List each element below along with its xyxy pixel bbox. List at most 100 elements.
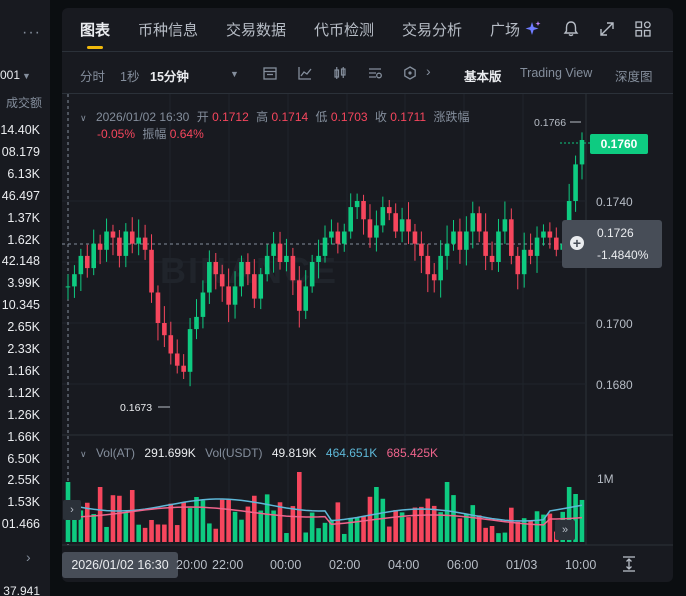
volume-bar bbox=[142, 527, 148, 542]
candle-body bbox=[284, 255, 289, 262]
volume-bar bbox=[316, 528, 321, 542]
volume-bar bbox=[181, 502, 186, 542]
candle-body bbox=[290, 255, 296, 281]
ohlc-info-line-1: ∨ 2026/01/02 16:30 开 0.1712 高 0.1714 低 0… bbox=[80, 108, 469, 125]
collapse-chevron-icon[interactable]: ∨ bbox=[80, 113, 87, 123]
add-alert-icon[interactable]: + bbox=[570, 236, 584, 250]
candle-body bbox=[155, 292, 161, 323]
volume-bar bbox=[547, 513, 553, 542]
candlestick-chart[interactable] bbox=[0, 0, 686, 596]
candle-body bbox=[502, 219, 508, 232]
candle-body bbox=[444, 243, 450, 256]
volume-bar bbox=[226, 499, 231, 542]
min-price-label: 0.1673 bbox=[120, 402, 153, 414]
volume-bar bbox=[117, 495, 122, 542]
volume-bar bbox=[464, 513, 469, 542]
candle-body bbox=[149, 249, 154, 293]
volume-bar bbox=[483, 527, 488, 542]
candle-body bbox=[438, 255, 443, 281]
volume-bar bbox=[431, 505, 437, 542]
scroll-left-button[interactable]: › bbox=[63, 500, 81, 520]
vol-usdt-label: Vol(USDT) bbox=[205, 446, 263, 460]
volume-bar bbox=[239, 519, 244, 542]
candle-body bbox=[489, 255, 495, 262]
close-label: 收 bbox=[374, 110, 387, 124]
ohlc-date: 2026/01/02 16:30 bbox=[95, 110, 190, 124]
candle-body bbox=[470, 213, 476, 232]
candle-body bbox=[136, 237, 141, 244]
candle-body bbox=[496, 231, 501, 262]
candle-body bbox=[380, 207, 386, 226]
candle-body bbox=[194, 316, 199, 330]
candle-body bbox=[252, 274, 257, 299]
candle-body bbox=[579, 140, 585, 165]
candle-body bbox=[374, 225, 379, 238]
open-label: 开 bbox=[196, 110, 209, 124]
scroll-right-button[interactable]: » bbox=[555, 520, 575, 540]
candle-body bbox=[399, 219, 405, 232]
volume-bar bbox=[335, 502, 341, 542]
candle-body bbox=[386, 207, 392, 214]
volume-bar bbox=[290, 506, 296, 542]
volume-bar bbox=[149, 519, 154, 542]
vol-value: 291.699K bbox=[144, 446, 196, 460]
low-value: 0.1703 bbox=[330, 110, 368, 124]
time-axis-label: 00:00 bbox=[270, 558, 302, 572]
volume-bar bbox=[412, 507, 418, 542]
max-price-label: 0.1766 bbox=[534, 117, 567, 129]
candle-body bbox=[573, 164, 578, 201]
volume-bar bbox=[277, 502, 283, 542]
candle-body bbox=[277, 243, 283, 262]
volume-bar bbox=[470, 505, 476, 542]
candle-body bbox=[174, 353, 180, 366]
candle-body bbox=[232, 286, 238, 305]
candle-body bbox=[303, 286, 309, 311]
volume-bar bbox=[406, 517, 411, 542]
candle-body bbox=[329, 231, 334, 238]
crosshair-price: 0.1726 bbox=[597, 226, 634, 240]
time-axis-label: 22:00 bbox=[212, 558, 244, 572]
candle-body bbox=[258, 274, 264, 299]
candle-body bbox=[245, 262, 251, 275]
volume-bar bbox=[457, 518, 463, 542]
time-axis-label: 20:00 bbox=[176, 558, 208, 572]
volume-bar bbox=[174, 525, 180, 542]
volume-info: ∨ Vol(AT) 291.699K Vol(USDT) 49.819K 464… bbox=[80, 446, 438, 460]
candle-body bbox=[181, 365, 186, 372]
candle-body bbox=[451, 231, 456, 244]
candle-body bbox=[354, 201, 360, 208]
collapse-chevron-icon[interactable]: ∨ bbox=[80, 449, 87, 459]
candle-body bbox=[78, 255, 84, 275]
candle-body bbox=[322, 237, 328, 256]
volume-bar bbox=[207, 523, 212, 542]
amplitude-label: 振幅 bbox=[142, 127, 167, 141]
volume-bar bbox=[219, 499, 225, 542]
candle-body bbox=[226, 286, 231, 305]
volume-bar bbox=[91, 514, 96, 542]
volume-bar bbox=[489, 525, 495, 542]
volume-bar bbox=[534, 511, 540, 542]
candle-body bbox=[200, 292, 206, 317]
candle-body bbox=[91, 243, 96, 269]
candle-body bbox=[521, 249, 527, 275]
volume-bar bbox=[341, 533, 347, 542]
candle-body bbox=[367, 219, 373, 238]
price-axis-label: 0.1740 bbox=[596, 195, 633, 209]
vol-label: Vol(AT) bbox=[95, 446, 136, 460]
volume-ma-line-2 bbox=[67, 506, 583, 526]
change-label: 涨跌幅 bbox=[433, 110, 470, 124]
candle-body bbox=[483, 231, 488, 256]
candle-body bbox=[412, 231, 418, 244]
candle-body bbox=[207, 262, 212, 293]
volume-bar bbox=[162, 524, 167, 542]
volume-bar bbox=[129, 490, 135, 542]
volume-bar bbox=[303, 532, 309, 542]
crosshair-price-box: + 0.1726 -1.4840% bbox=[562, 220, 662, 268]
volume-bar bbox=[297, 472, 302, 542]
candle-body bbox=[72, 274, 77, 287]
auto-scale-icon[interactable] bbox=[620, 555, 638, 573]
volume-bar bbox=[451, 495, 456, 542]
volume-bar bbox=[213, 528, 219, 542]
app-root: ··· 001 ▼ 成交额 › 37.941 14.40K 08.179 6.13K 4… bbox=[0, 0, 686, 596]
vol-usdt-value: 49.819K bbox=[271, 446, 317, 460]
